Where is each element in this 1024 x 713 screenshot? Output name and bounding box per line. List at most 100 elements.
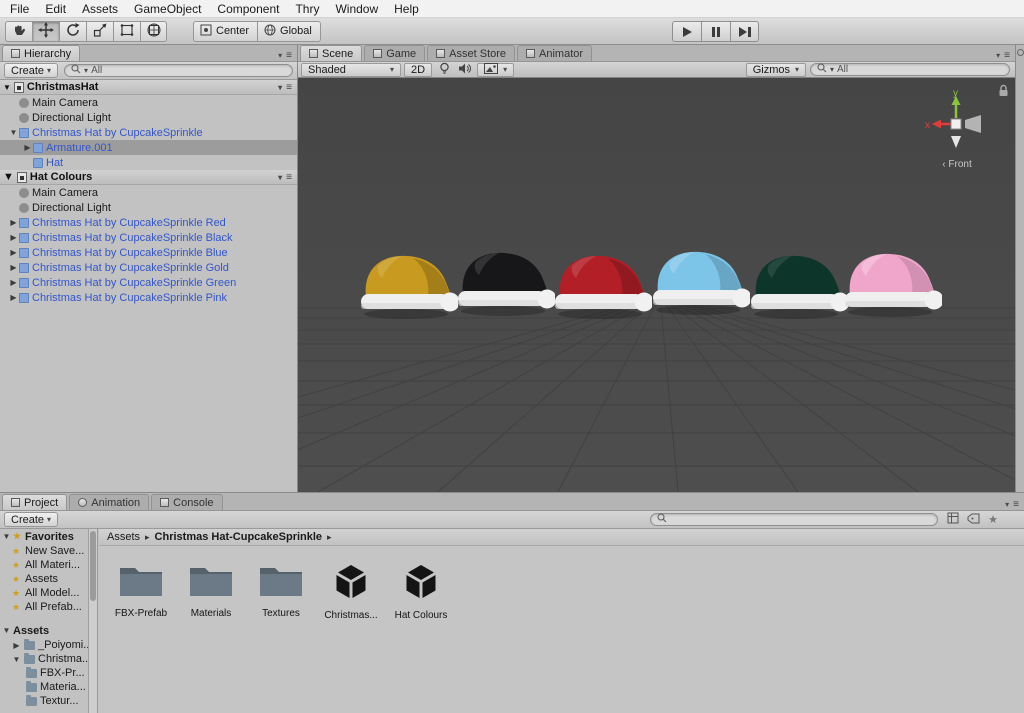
scrollbar-thumb[interactable] <box>90 531 96 601</box>
gizmo-front-button[interactable]: ‹ Front <box>925 159 989 170</box>
scene-foldout-icon[interactable]: ▼ <box>3 171 14 183</box>
tree-folder-materials[interactable]: Materia... <box>0 680 88 694</box>
hierarchy-item-hat[interactable]: Hat <box>0 155 297 170</box>
foldout-closed-icon[interactable]: ▶ <box>8 233 19 242</box>
scene-view-menu-icon[interactable]: ≡ <box>1004 50 1010 61</box>
tab-asset-store[interactable]: Asset Store <box>427 45 515 61</box>
hat-object-red[interactable] <box>552 250 652 322</box>
hierarchy-item-hat-red[interactable]: ▶ Christmas Hat by CupcakeSprinkle Red <box>0 215 297 230</box>
tab-animation[interactable]: Animation <box>69 494 149 510</box>
asset-scene-christmas[interactable]: Christmas... <box>323 562 379 621</box>
hat-object-black[interactable] <box>455 247 555 319</box>
foldout-open-icon[interactable]: ▼ <box>8 128 19 137</box>
hierarchy-item-hat-blue[interactable]: ▶ Christmas Hat by CupcakeSprinkle Blue <box>0 245 297 260</box>
project-create-button[interactable]: Create ▾ <box>4 512 58 527</box>
scene-header-dropdown-icon[interactable]: ▾ <box>278 83 282 92</box>
scene-view-dropdown-icon[interactable]: ▾ <box>996 51 1000 60</box>
space-toggle-button[interactable]: Global <box>257 21 321 42</box>
breadcrumb-current[interactable]: Christmas Hat-CupcakeSprinkle <box>155 531 323 543</box>
hierarchy-item-directional-light-2[interactable]: Directional Light <box>0 200 297 215</box>
hat-object-dark-green[interactable] <box>748 250 848 322</box>
hierarchy-create-button[interactable]: Create ▾ <box>4 63 58 78</box>
asset-folder-materials[interactable]: Materials <box>183 562 239 621</box>
scale-tool-button[interactable] <box>86 21 113 42</box>
foldout-closed-icon[interactable]: ▶ <box>22 143 33 152</box>
hierarchy-menu-icon[interactable]: ≡ <box>286 50 292 61</box>
pause-button[interactable] <box>701 21 730 42</box>
asset-folder-fbx-prefab[interactable]: FBX-Prefab <box>113 562 169 621</box>
foldout-closed-icon[interactable]: ▶ <box>8 263 19 272</box>
favorite-item-new-save[interactable]: ★ New Save... <box>0 544 88 558</box>
menu-item-component[interactable]: Component <box>209 1 287 17</box>
foldout-closed-icon[interactable]: ▶ <box>8 293 19 302</box>
foldout-closed-icon[interactable]: ▶ <box>12 641 21 650</box>
tab-console[interactable]: Console <box>151 494 222 510</box>
menu-item-file[interactable]: File <box>2 1 37 17</box>
hierarchy-item-hat-pink[interactable]: ▶ Christmas Hat by CupcakeSprinkle Pink <box>0 290 297 305</box>
hat-object-pink[interactable] <box>842 248 942 320</box>
tree-scrollbar[interactable] <box>88 529 98 713</box>
menu-item-edit[interactable]: Edit <box>37 1 74 17</box>
menu-item-window[interactable]: Window <box>327 1 386 17</box>
hierarchy-item-armature[interactable]: ▶ Armature.001 <box>0 140 297 155</box>
menu-item-help[interactable]: Help <box>386 1 427 17</box>
scene-orientation-gizmo[interactable]: y x ‹ Front <box>925 86 989 170</box>
hierarchy-item-hat-gold[interactable]: ▶ Christmas Hat by CupcakeSprinkle Gold <box>0 260 297 275</box>
hierarchy-item-hat-green[interactable]: ▶ Christmas Hat by CupcakeSprinkle Green <box>0 275 297 290</box>
scene-header-menu-icon[interactable]: ≡ <box>286 82 292 93</box>
transform-tool-button[interactable] <box>140 21 167 42</box>
assets-foldout-icon[interactable]: ▼ <box>2 626 11 635</box>
gizmos-dropdown[interactable]: Gizmos ▾ <box>746 63 806 77</box>
favorites-header[interactable]: ▼ ★ Favorites <box>0 529 88 544</box>
search-filter-dropdown-icon[interactable]: ▾ <box>84 66 88 75</box>
scene-header-dropdown-icon[interactable]: ▾ <box>278 173 282 182</box>
shading-mode-dropdown[interactable]: Shaded ▾ <box>301 63 401 77</box>
assets-root-header[interactable]: ▼ Assets <box>0 623 88 638</box>
favorite-search-star-icon[interactable]: ★ <box>988 513 998 526</box>
hat-object-gold[interactable] <box>358 250 458 322</box>
tree-folder-textures[interactable]: Textur... <box>0 694 88 708</box>
gizmo-lock-icon[interactable] <box>998 84 1009 100</box>
help-circle-icon[interactable] <box>1017 49 1024 56</box>
foldout-closed-icon[interactable]: ▶ <box>8 248 19 257</box>
tab-game[interactable]: Game <box>364 45 425 61</box>
hierarchy-item-directional-light[interactable]: Directional Light <box>0 110 297 125</box>
scene-viewport[interactable]: y x ‹ Front <box>298 78 1015 492</box>
hierarchy-search-input[interactable]: ▾ All <box>64 64 293 77</box>
favorites-foldout-icon[interactable]: ▼ <box>2 532 11 541</box>
foldout-open-icon[interactable]: ▼ <box>12 655 21 664</box>
move-tool-button[interactable] <box>32 21 59 42</box>
scene-search-input[interactable]: ▾ All <box>810 63 1010 76</box>
step-button[interactable] <box>730 21 759 42</box>
search-by-label-icon[interactable] <box>967 513 980 527</box>
menu-item-thry[interactable]: Thry <box>287 1 327 17</box>
play-button[interactable] <box>672 21 701 42</box>
asset-folder-textures[interactable]: Textures <box>253 562 309 621</box>
tab-animator[interactable]: Animator <box>517 45 592 61</box>
scene-header-menu-icon[interactable]: ≡ <box>286 172 292 183</box>
tree-folder-christmas[interactable]: ▼ Christma... <box>0 652 88 666</box>
project-menu-icon[interactable]: ≡ <box>1013 499 1019 510</box>
scene-header-hat-colours[interactable]: ▼ Hat Colours ▾ ≡ <box>0 170 297 185</box>
project-search-input[interactable] <box>650 513 938 526</box>
hierarchy-item-hat-black[interactable]: ▶ Christmas Hat by CupcakeSprinkle Black <box>0 230 297 245</box>
favorite-item-assets[interactable]: ★ Assets <box>0 572 88 586</box>
hierarchy-dropdown-icon[interactable]: ▾ <box>278 51 282 60</box>
tree-folder-poiyomi[interactable]: ▶ _Poiyomi... <box>0 638 88 652</box>
scene-audio-toggle[interactable] <box>456 63 474 77</box>
hierarchy-item-main-camera[interactable]: Main Camera <box>0 95 297 110</box>
search-by-type-icon[interactable] <box>947 512 959 527</box>
favorite-item-all-materials[interactable]: ★ All Materi... <box>0 558 88 572</box>
foldout-closed-icon[interactable]: ▶ <box>8 278 19 287</box>
hierarchy-item-christmas-hat-prefab[interactable]: ▼ Christmas Hat by CupcakeSprinkle <box>0 125 297 140</box>
hat-object-light-blue[interactable] <box>650 246 750 318</box>
hand-tool-button[interactable] <box>5 21 32 42</box>
scene-foldout-icon[interactable]: ▼ <box>3 83 11 92</box>
hierarchy-item-main-camera-2[interactable]: Main Camera <box>0 185 297 200</box>
scene-lighting-toggle[interactable] <box>435 63 453 77</box>
favorite-item-all-prefabs[interactable]: ★ All Prefab... <box>0 600 88 614</box>
foldout-closed-icon[interactable]: ▶ <box>8 218 19 227</box>
rotate-tool-button[interactable] <box>59 21 86 42</box>
search-filter-dropdown-icon[interactable]: ▾ <box>830 65 834 74</box>
scene-header-christmashat[interactable]: ▼ ChristmasHat ▾ ≡ <box>0 80 297 95</box>
